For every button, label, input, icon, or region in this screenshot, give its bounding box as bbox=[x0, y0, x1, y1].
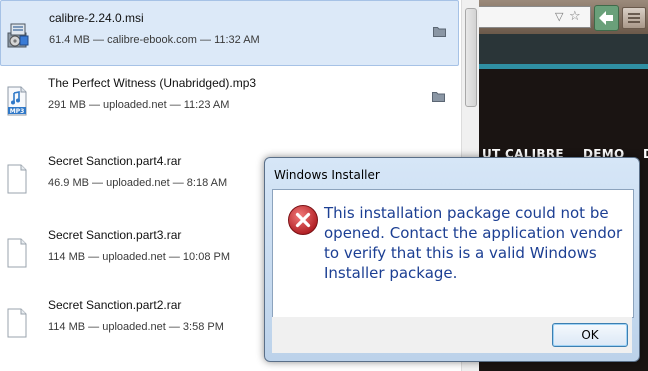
dropdown-arrow-icon[interactable]: ▽ bbox=[555, 10, 563, 23]
folder-icon[interactable] bbox=[433, 26, 446, 37]
dialog-body: This installation package could not be o… bbox=[272, 189, 634, 318]
dialog-footer: OK bbox=[272, 317, 632, 353]
download-filename: Secret Sanction.part2.rar bbox=[48, 298, 182, 312]
browser-toolbar: ▽ ☆ bbox=[479, 0, 648, 34]
back-arrow-icon bbox=[599, 11, 613, 25]
mp3-file-icon: MP3 bbox=[7, 86, 27, 116]
download-details: 61.4 MB — calibre-ebook.com — 11:32 AM bbox=[49, 34, 260, 46]
generic-file-icon bbox=[7, 308, 27, 338]
site-header bbox=[479, 34, 648, 64]
download-details: 114 MB — uploaded.net — 3:58 PM bbox=[48, 321, 224, 333]
download-details: 46.9 MB — uploaded.net — 8:18 AM bbox=[48, 177, 228, 189]
download-details: 114 MB — uploaded.net — 10:08 PM bbox=[48, 251, 231, 263]
menu-button[interactable] bbox=[622, 7, 646, 29]
dialog-message: This installation package could not be o… bbox=[324, 204, 623, 282]
nav-link-partial[interactable]: D bbox=[643, 147, 648, 161]
msi-installer-icon bbox=[7, 23, 29, 48]
download-item[interactable]: MP3 The Perfect Witness (Unabridged).mp3… bbox=[0, 66, 459, 132]
download-item[interactable]: calibre-2.24.0.msi 61.4 MB — calibre-ebo… bbox=[0, 0, 459, 66]
download-filename: calibre-2.24.0.msi bbox=[49, 11, 144, 25]
svg-text:MP3: MP3 bbox=[10, 108, 25, 115]
download-filename: Secret Sanction.part4.rar bbox=[48, 154, 182, 168]
scrollbar-thumb[interactable] bbox=[465, 8, 477, 107]
download-details: 291 MB — uploaded.net — 11:23 AM bbox=[48, 99, 230, 111]
address-bar[interactable]: ▽ ☆ bbox=[479, 6, 591, 28]
generic-file-icon bbox=[7, 238, 27, 268]
download-filename: Secret Sanction.part3.rar bbox=[48, 228, 182, 242]
folder-icon[interactable] bbox=[432, 91, 445, 102]
download-filename: The Perfect Witness (Unabridged).mp3 bbox=[48, 76, 257, 90]
error-icon bbox=[288, 205, 318, 235]
bookmark-star-icon[interactable]: ☆ bbox=[569, 8, 581, 24]
dialog-title: Windows Installer bbox=[274, 168, 380, 182]
ok-button[interactable]: OK bbox=[552, 323, 628, 347]
generic-file-icon bbox=[7, 164, 27, 194]
menu-icon bbox=[628, 13, 640, 23]
back-button[interactable] bbox=[594, 5, 619, 31]
windows-installer-dialog: Windows Installer This installation pack… bbox=[264, 157, 640, 362]
